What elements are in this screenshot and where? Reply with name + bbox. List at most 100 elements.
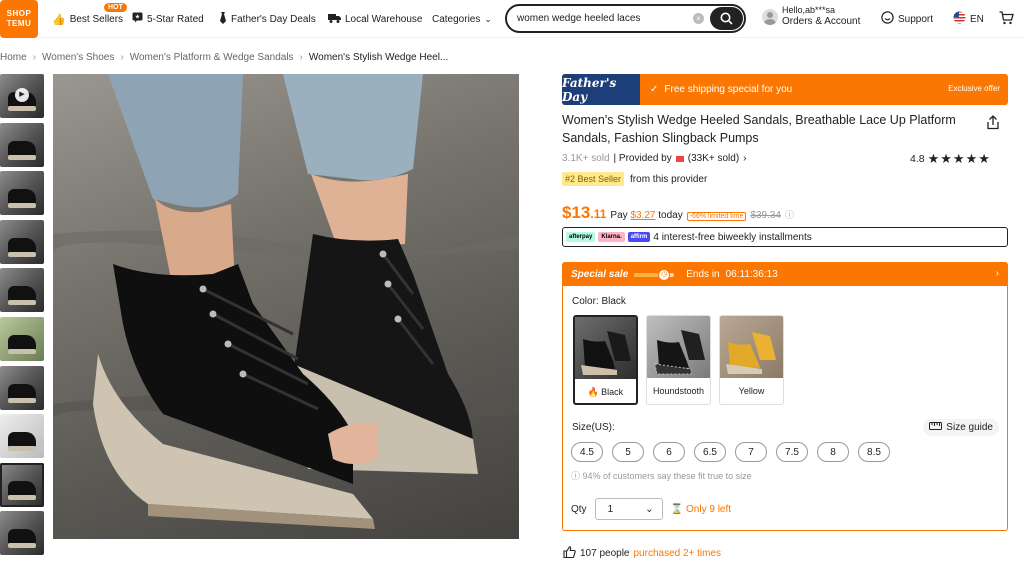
truck-icon <box>328 13 341 26</box>
breadcrumb-wedge-sandals[interactable]: Women's Platform & Wedge Sandals <box>130 52 294 63</box>
color-option-black[interactable]: 🔥 Black <box>573 315 638 405</box>
cart-button[interactable] <box>999 0 1014 38</box>
best-seller-line: #2 Best Seller from this provider <box>562 172 707 186</box>
qty-label: Qty <box>571 503 587 515</box>
provider-sold-count[interactable]: (33K+ sold) <box>688 153 739 164</box>
support-label: Support <box>898 13 934 25</box>
play-icon: ▶ <box>15 88 29 102</box>
installments-text: 4 interest-free biweekly installments <box>653 231 812 243</box>
size-option[interactable]: 8.5 <box>858 442 890 462</box>
thumbnail-image[interactable] <box>0 171 44 216</box>
provider-flag-icon <box>675 155 684 162</box>
color-option-houndstooth[interactable]: Houndstooth <box>646 315 711 405</box>
search-input[interactable]: women wedge heeled laces <box>517 13 640 24</box>
thumbnail-image[interactable] <box>0 414 44 459</box>
installments-bar[interactable]: afterpay Klarna. affirm 4 interest-free … <box>562 227 1008 247</box>
size-options: 4.5 5 6 6.5 7 7.5 8 8.5 <box>571 442 890 462</box>
thumbnail-image[interactable] <box>0 268 44 313</box>
special-sale-title: Special sale <box>571 269 629 280</box>
main-product-image[interactable] <box>53 74 519 539</box>
size-option[interactable]: 5 <box>612 442 644 462</box>
fathers-day-banner[interactable]: Father's Day ✓ Free shipping special for… <box>562 74 1008 105</box>
yellow-swatch-image <box>720 316 783 378</box>
color-name-black: Black <box>601 387 624 397</box>
thumbnail-image[interactable] <box>0 316 44 361</box>
nav-local-warehouse[interactable]: Local Warehouse <box>328 0 422 38</box>
thumbnail-image-selected[interactable] <box>0 462 44 507</box>
clock-icon: ◷ <box>658 268 671 281</box>
thumbnail-video[interactable]: ▶ <box>0 74 44 118</box>
logo-bottom-text: TEMU <box>6 19 32 28</box>
size-option[interactable]: 4.5 <box>571 442 603 462</box>
klarna-logo: Klarna. <box>598 232 625 242</box>
thumbnail-image[interactable] <box>0 511 44 556</box>
search-bar[interactable]: women wedge heeled laces × <box>505 4 746 33</box>
breadcrumb-separator-icon: › <box>299 52 303 63</box>
price-integer: 13 <box>571 203 591 222</box>
chevron-right-icon[interactable]: › <box>996 268 999 279</box>
quantity-row: Qty 1 ⌄ ⌛ Only 9 left <box>571 498 731 520</box>
nav-five-star[interactable]: ★ 5-Star Rated <box>132 0 204 38</box>
avatar-icon <box>762 8 778 25</box>
size-option[interactable]: 8 <box>817 442 849 462</box>
color-name-houndstooth: Houndstooth <box>652 386 705 396</box>
special-sale-header[interactable]: Special sale ◷ Ends in 06:11:36:13 › <box>563 263 1007 286</box>
nav-categories[interactable]: Categories ⌄ <box>432 0 492 38</box>
thumbnail-image[interactable] <box>0 365 44 410</box>
size-guide-label: Size guide <box>946 422 993 433</box>
purchase-count: 107 people <box>580 548 630 559</box>
quantity-select[interactable]: 1 ⌄ <box>594 498 663 520</box>
clear-search-icon[interactable]: × <box>693 13 704 24</box>
nav-categories-label: Categories <box>432 13 481 25</box>
support-link[interactable]: Support <box>881 0 933 38</box>
sale-progress-bar: ◷ <box>634 268 675 281</box>
top-header: SHOP TEMU 👍 Best Sellers HOT ★ 5-Star Ra… <box>0 0 1024 38</box>
color-label: Color: Black <box>572 296 626 307</box>
houndstooth-swatch-image <box>647 316 710 378</box>
search-button[interactable] <box>710 7 743 30</box>
breadcrumb: Home › Women's Shoes › Women's Platform … <box>0 52 448 63</box>
hot-badge: HOT <box>104 3 127 12</box>
size-option[interactable]: 7 <box>735 442 767 462</box>
fire-icon: 🔥 <box>587 386 600 397</box>
stock-text: Only 9 left <box>686 503 732 515</box>
pay-today-text: Pay $3.27 today <box>610 210 682 221</box>
breadcrumb-separator-icon: › <box>120 52 124 63</box>
size-option[interactable]: 7.5 <box>776 442 808 462</box>
exclusive-offer-tag: Exclusive offer <box>948 84 1000 93</box>
color-option-yellow[interactable]: Yellow <box>719 315 784 405</box>
best-seller-text: from this provider <box>630 173 708 185</box>
info-icon: ⓘ <box>571 471 581 481</box>
account-menu[interactable]: Hello,ab***sa Orders & Account <box>762 5 860 28</box>
size-option[interactable]: 6 <box>653 442 685 462</box>
pay-today-amount[interactable]: $3.27 <box>630 210 655 221</box>
language-selector[interactable]: EN <box>953 0 984 38</box>
us-flag-icon <box>953 11 966 27</box>
language-label: EN <box>970 13 984 25</box>
chevron-right-icon[interactable]: › <box>743 153 746 164</box>
product-title: Women's Stylish Wedge Heeled Sandals, Br… <box>562 113 956 145</box>
nav-local-warehouse-label: Local Warehouse <box>345 13 423 25</box>
logo-top-text: SHOP <box>6 9 32 18</box>
svg-text:★: ★ <box>135 14 140 21</box>
thumbnail-image[interactable] <box>0 122 44 167</box>
affirm-logo: affirm <box>627 232 651 242</box>
breadcrumb-current: Women's Stylish Wedge Heel... <box>308 52 449 63</box>
size-option[interactable]: 6.5 <box>694 442 726 462</box>
orders-account-label: Orders & Account <box>782 16 861 27</box>
breadcrumb-womens-shoes[interactable]: Women's Shoes <box>42 52 114 63</box>
breadcrumb-home[interactable]: Home <box>0 52 27 63</box>
free-shipping-message: Free shipping special for you <box>664 84 793 95</box>
product-rating[interactable]: 4.8 ★★★★★ <box>910 151 991 167</box>
ruler-icon <box>929 422 943 433</box>
temu-logo[interactable]: SHOP TEMU <box>0 0 38 38</box>
limited-time-badge: -66% limited time <box>686 212 747 221</box>
share-icon[interactable] <box>986 115 1000 135</box>
info-icon[interactable]: ⓘ <box>785 208 794 221</box>
thumbnail-image[interactable] <box>0 219 44 264</box>
purchased-times-text: purchased 2+ times <box>633 548 722 559</box>
star-chat-icon: ★ <box>132 12 143 26</box>
size-guide-button[interactable]: Size guide <box>923 419 999 436</box>
countdown-timer: 06:11:36:13 <box>725 269 778 280</box>
nav-fathers-day[interactable]: Father's Day Deals <box>219 0 316 38</box>
